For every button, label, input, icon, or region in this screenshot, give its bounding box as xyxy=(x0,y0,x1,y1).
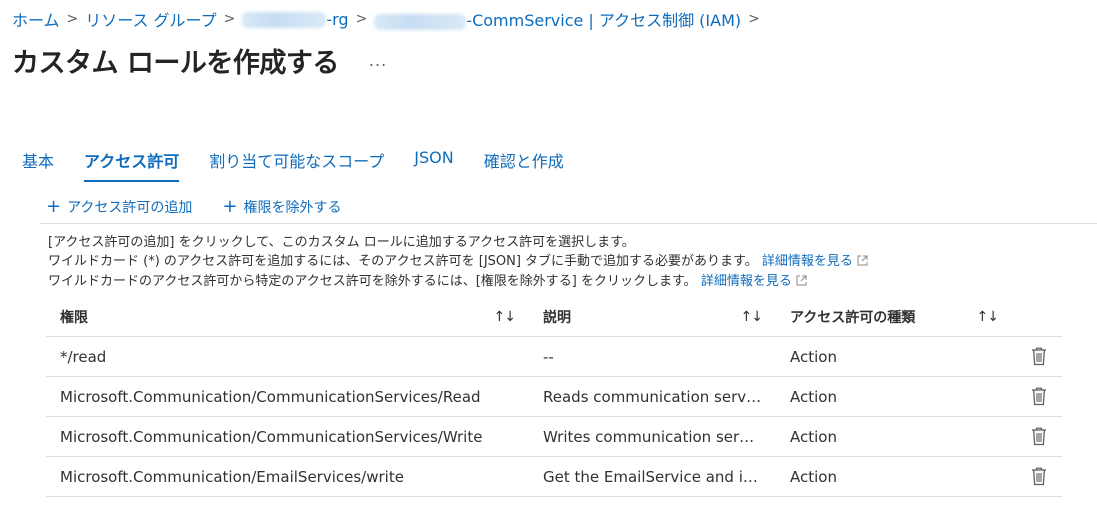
cell-description: Writes communication serv… xyxy=(529,428,776,446)
sort-icon[interactable]: ↑↓ xyxy=(741,309,763,325)
title-row: カスタム ロールを作成する ... xyxy=(12,40,387,80)
description-text: -- xyxy=(543,347,554,366)
plus-icon: + xyxy=(222,196,238,217)
delete-icon[interactable] xyxy=(1031,467,1047,486)
breadcrumb-resource-iam[interactable]: -CommService | アクセス制御 (IAM) xyxy=(374,7,741,31)
permission-text: Microsoft.Communication/CommunicationSer… xyxy=(60,427,483,446)
cell-actions xyxy=(1016,387,1062,406)
description-text: Get the EmailService and it… xyxy=(543,467,762,486)
delete-icon[interactable] xyxy=(1031,427,1047,446)
description-line-3-text: ワイルドカードのアクセス許可から特定のアクセス許可を除外するには、[権限を除外す… xyxy=(48,274,697,289)
column-header-label: アクセス許可の種類 xyxy=(790,310,916,326)
type-text: Action xyxy=(790,387,837,406)
toolbar-divider xyxy=(40,223,1097,224)
exclude-permission-label: 権限を除外する xyxy=(243,200,342,216)
add-permission-label: アクセス許可の追加 xyxy=(67,200,193,216)
breadcrumb-rg-suffix: -rg xyxy=(326,9,349,29)
sort-icon[interactable]: ↑↓ xyxy=(977,309,999,325)
column-header-permission: 権限 ↑↓ xyxy=(46,307,529,327)
breadcrumb-resource-group[interactable]: -rg xyxy=(242,9,349,29)
type-text: Action xyxy=(790,467,837,486)
cell-description: -- xyxy=(529,348,776,366)
table-row: */read -- Action xyxy=(46,337,1062,377)
permission-text: Microsoft.Communication/CommunicationSer… xyxy=(60,387,481,406)
cell-description: Reads communication servi… xyxy=(529,388,776,406)
column-header-type: アクセス許可の種類 ↑↓ xyxy=(776,307,1016,327)
tab-assignable-scopes[interactable]: 割り当て可能なスコープ xyxy=(209,146,384,182)
cell-actions xyxy=(1016,347,1062,366)
description-line-2: ワイルドカード (*) のアクセス許可を追加するには、そのアクセス許可を [JS… xyxy=(48,252,868,272)
page-title: カスタム ロールを作成する xyxy=(12,47,339,79)
breadcrumb-resource-groups[interactable]: リソース グループ xyxy=(85,7,216,31)
column-header-description: 説明 ↑↓ xyxy=(529,307,776,327)
permission-text: */read xyxy=(60,347,107,366)
description-text: Writes communication serv… xyxy=(543,427,762,446)
cell-permission: Microsoft.Communication/CommunicationSer… xyxy=(46,428,529,446)
cell-actions xyxy=(1016,467,1062,486)
type-text: Action xyxy=(790,347,837,366)
description-line-3: ワイルドカードのアクセス許可から特定のアクセス許可を除外するには、[権限を除外す… xyxy=(48,272,868,292)
table-row: Microsoft.Communication/CommunicationSer… xyxy=(46,417,1062,457)
breadcrumb-resource-suffix: -CommService | アクセス制御 (IAM) xyxy=(466,11,742,30)
breadcrumb: ホーム > リソース グループ > -rg > -CommService | ア… xyxy=(12,7,767,31)
tab-json[interactable]: JSON xyxy=(414,146,453,182)
tab-permissions[interactable]: アクセス許可 xyxy=(84,146,180,182)
column-header-label: 説明 xyxy=(543,310,571,326)
description: [アクセス許可の追加] をクリックして、このカスタム ロールに追加するアクセス許… xyxy=(48,233,868,292)
delete-icon[interactable] xyxy=(1031,347,1047,366)
external-link-icon xyxy=(857,253,868,272)
cell-type: Action xyxy=(776,348,1016,366)
description-line-1: [アクセス許可の追加] をクリックして、このカスタム ロールに追加するアクセス許… xyxy=(48,235,635,250)
cell-description: Get the EmailService and it… xyxy=(529,468,776,486)
breadcrumb-separator: > xyxy=(66,11,79,27)
add-permission-button[interactable]: + アクセス許可の追加 xyxy=(46,197,192,217)
more-options-button[interactable]: ... xyxy=(369,51,387,70)
cell-permission: Microsoft.Communication/EmailServices/wr… xyxy=(46,468,529,486)
table-row: Microsoft.Communication/CommunicationSer… xyxy=(46,377,1062,417)
learn-more-link[interactable]: 詳細情報を見る xyxy=(762,254,853,269)
table-header: 権限 ↑↓ 説明 ↑↓ アクセス許可の種類 ↑↓ xyxy=(46,298,1062,337)
type-text: Action xyxy=(790,427,837,446)
permissions-table: 権限 ↑↓ 説明 ↑↓ アクセス許可の種類 ↑↓ */read -- Actio… xyxy=(46,298,1062,497)
breadcrumb-separator: > xyxy=(748,11,760,27)
cell-permission: Microsoft.Communication/CommunicationSer… xyxy=(46,388,529,406)
sort-icon[interactable]: ↑↓ xyxy=(494,309,516,325)
cell-type: Action xyxy=(776,428,1016,446)
tab-basics[interactable]: 基本 xyxy=(22,146,54,182)
column-header-label: 権限 xyxy=(60,310,88,326)
description-text: Reads communication servi… xyxy=(543,387,762,406)
learn-more-link[interactable]: 詳細情報を見る xyxy=(701,274,792,289)
description-line-2-text: ワイルドカード (*) のアクセス許可を追加するには、そのアクセス許可を [JS… xyxy=(48,254,758,269)
toolbar: + アクセス許可の追加 + 権限を除外する xyxy=(46,196,372,218)
plus-icon: + xyxy=(46,196,62,217)
breadcrumb-separator: > xyxy=(355,11,368,27)
permission-text: Microsoft.Communication/EmailServices/wr… xyxy=(60,467,404,486)
tab-bar: 基本 アクセス許可 割り当て可能なスコープ JSON 確認と作成 xyxy=(22,146,594,182)
cell-actions xyxy=(1016,427,1062,446)
tab-review-create[interactable]: 確認と作成 xyxy=(484,146,564,182)
redacted-text xyxy=(374,13,467,30)
external-link-icon xyxy=(796,273,807,292)
table-row: Microsoft.Communication/EmailServices/wr… xyxy=(46,457,1062,497)
cell-permission: */read xyxy=(46,348,529,366)
exclude-permission-button[interactable]: + 権限を除外する xyxy=(222,197,341,217)
redacted-text xyxy=(242,12,327,28)
cell-type: Action xyxy=(776,388,1016,406)
breadcrumb-separator: > xyxy=(223,11,236,27)
cell-type: Action xyxy=(776,468,1016,486)
breadcrumb-home[interactable]: ホーム xyxy=(12,7,60,31)
delete-icon[interactable] xyxy=(1031,387,1047,406)
